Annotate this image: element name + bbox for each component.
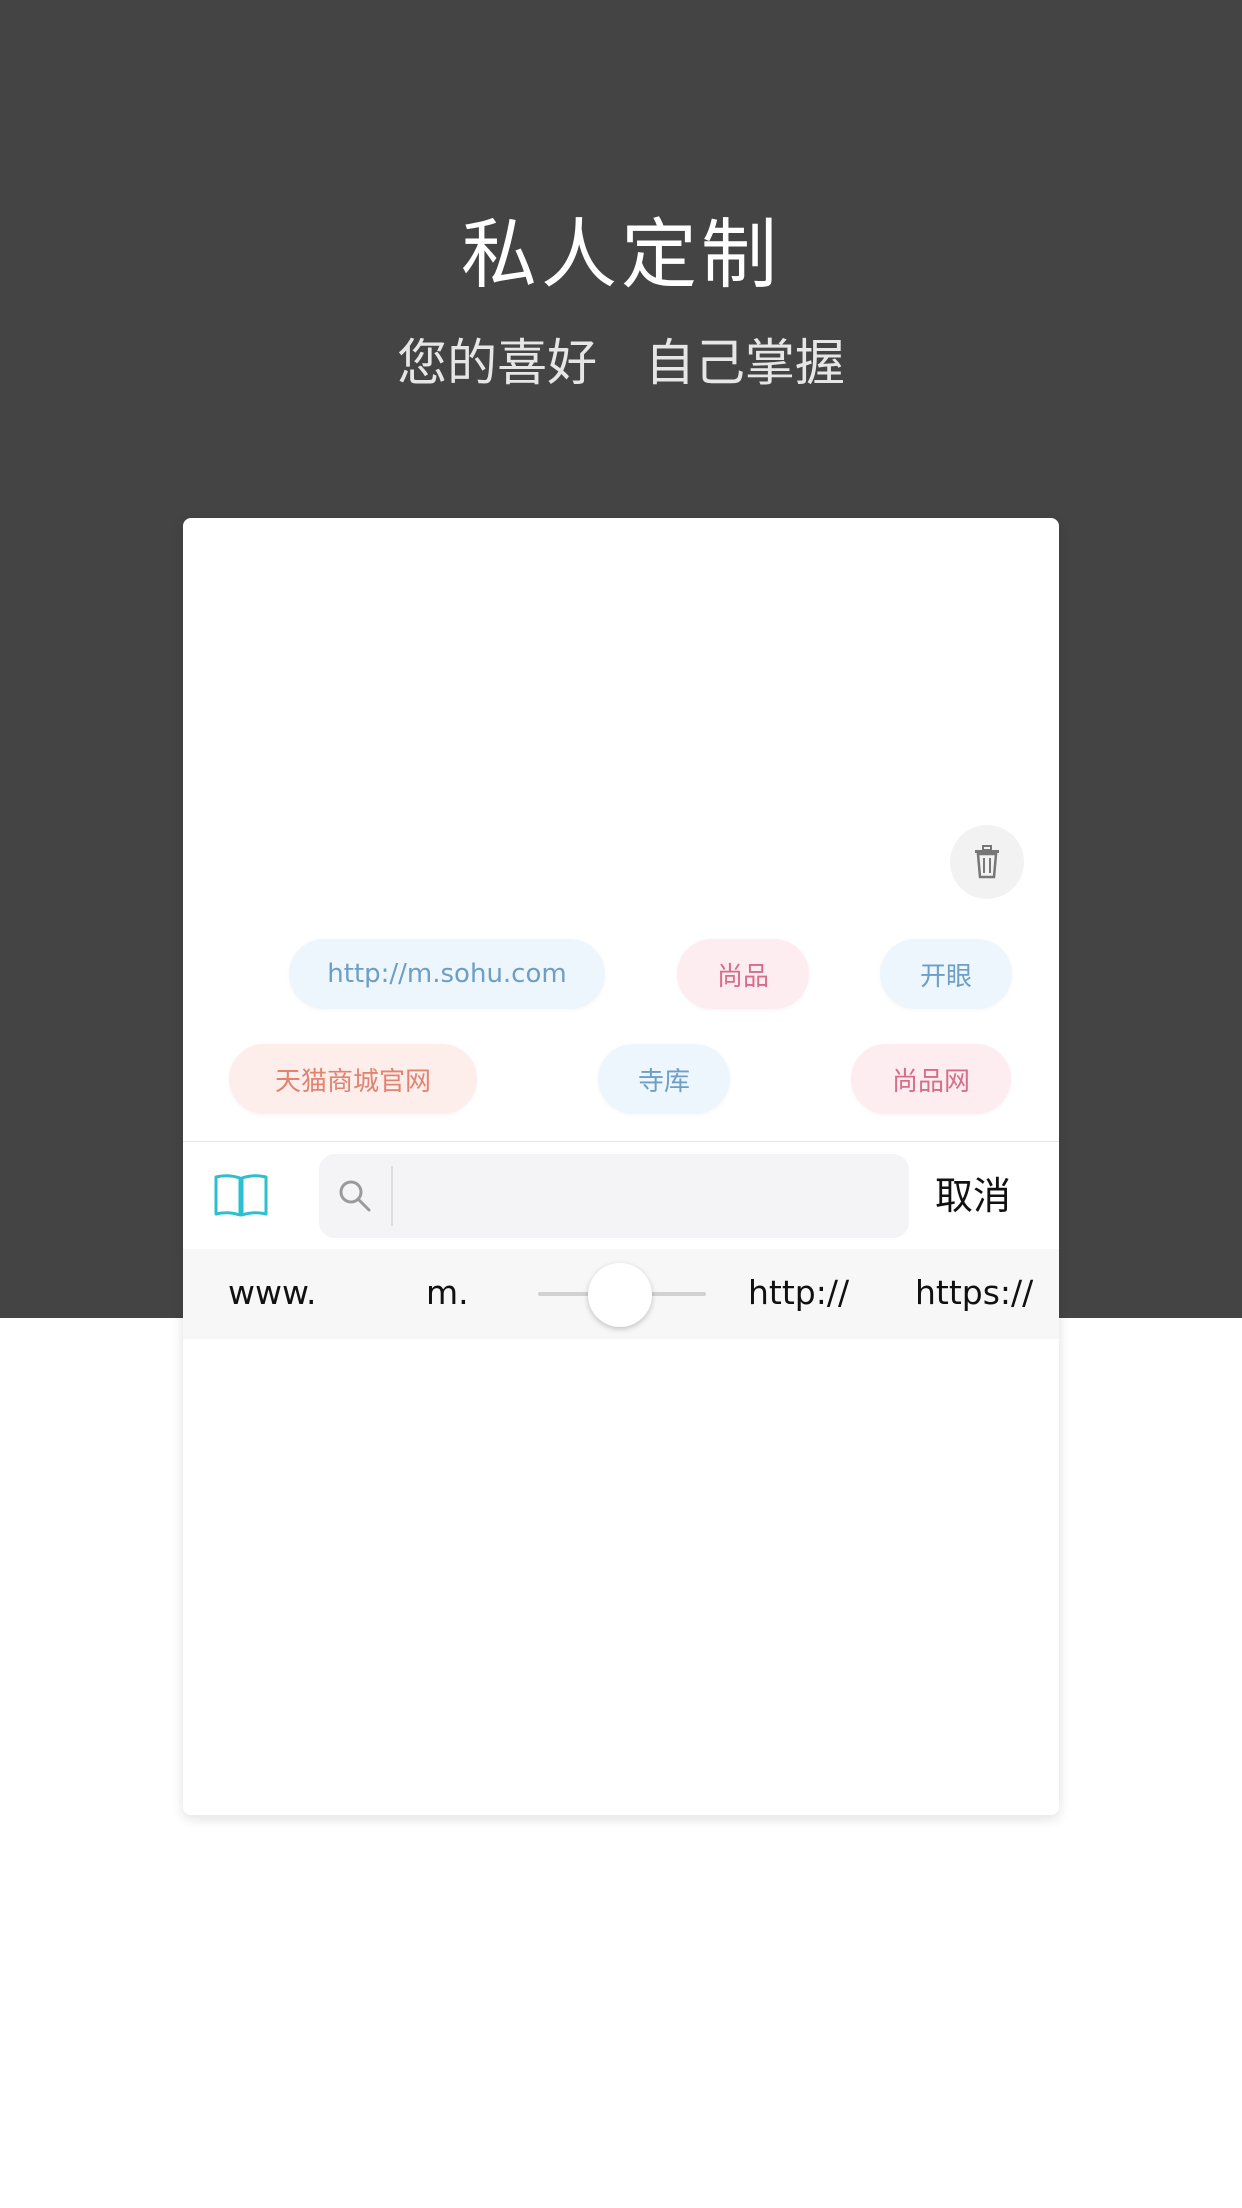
search-field[interactable] [319, 1154, 909, 1238]
prefix-http-button[interactable]: http:// [748, 1263, 849, 1323]
cancel-button[interactable]: 取消 [935, 1166, 1011, 1226]
search-input[interactable] [391, 1166, 891, 1226]
history-tag[interactable]: 尚品 [677, 939, 809, 1009]
trash-icon [975, 845, 999, 879]
book-icon[interactable] [213, 1172, 269, 1218]
preview-card: http://m.sohu.com 尚品 开眼 天猫商城官网 寺库 尚品网 取消… [183, 518, 1059, 1815]
search-bar: 取消 [183, 1141, 1059, 1250]
history-tag[interactable]: http://m.sohu.com [289, 939, 605, 1009]
prefix-slider-thumb[interactable] [588, 1263, 652, 1327]
prefix-m-button[interactable]: m. [426, 1263, 469, 1323]
prefix-https-button[interactable]: https:// [915, 1263, 1033, 1323]
clear-history-button[interactable] [950, 825, 1024, 899]
url-prefix-bar: www. m. http:// https:// [183, 1249, 1059, 1339]
history-tag[interactable]: 寺库 [598, 1044, 730, 1114]
history-tag[interactable]: 开眼 [880, 939, 1012, 1009]
history-tag[interactable]: 天猫商城官网 [229, 1044, 477, 1114]
search-icon [339, 1180, 371, 1212]
page-title: 私人定制 [461, 210, 781, 299]
prefix-www-button[interactable]: www. [228, 1263, 316, 1323]
page-subtitle: 您的喜好 自己掌握 [397, 334, 845, 392]
history-tag[interactable]: 尚品网 [851, 1044, 1011, 1114]
